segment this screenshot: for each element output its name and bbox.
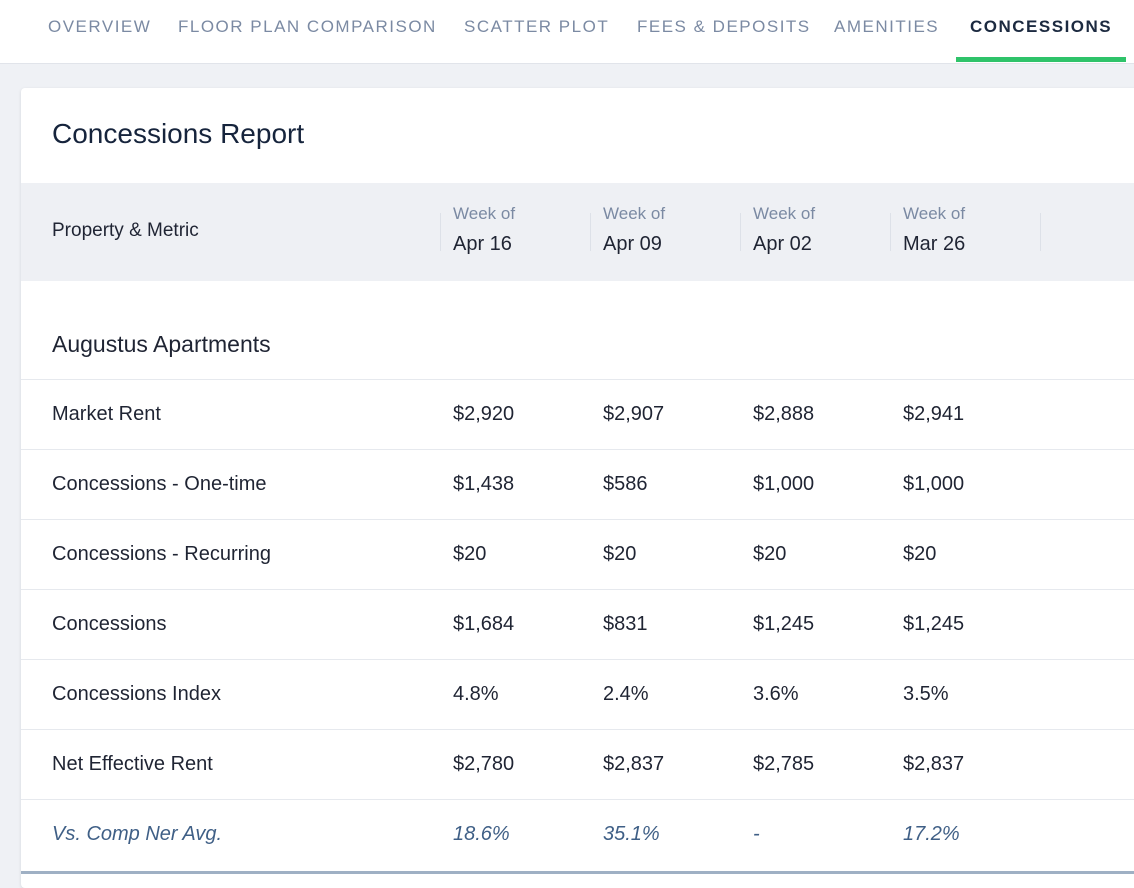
value-cell: $2,837 (603, 753, 665, 775)
tab-bar: OVERVIEW FLOOR PLAN COMPARISON SCATTER P… (0, 0, 1134, 64)
tab-concessions[interactable]: CONCESSIONS (970, 0, 1112, 63)
week-label: Week of (903, 204, 966, 223)
table-row-concessions-recurring: Concessions - Recurring $20 $20 $20 $20 (21, 519, 1134, 590)
week-label: Week of (753, 204, 816, 223)
week-label: Week of (603, 204, 666, 223)
table-row-vs-comp-ner-avg: Vs. Comp Ner Avg. 18.6% 35.1% - 17.2% (21, 799, 1134, 870)
table-header: Property & Metric Week of Apr 16 Week of… (21, 183, 1134, 281)
property-name: Augustus Apartments (52, 331, 271, 357)
value-cell: $2,941 (903, 403, 965, 425)
value-cell: $1,438 (453, 473, 515, 495)
header-week-4[interactable]: Week of Mar 26 (890, 204, 1041, 255)
week-label: Week of (453, 204, 516, 223)
table-row-market-rent: Market Rent $2,920 $2,907 $2,888 $2,941 (21, 379, 1134, 450)
metric-label: Concessions (52, 613, 167, 635)
metric-label: Concessions - Recurring (52, 543, 271, 565)
value-cell: $20 (453, 543, 487, 565)
week-date: Apr 16 (453, 233, 512, 255)
metric-label: Concessions - One-time (52, 473, 267, 495)
value-cell: 4.8% (453, 683, 499, 705)
metric-label: Concessions Index (52, 683, 221, 705)
tab-fees-deposits[interactable]: FEES & DEPOSITS (637, 0, 811, 63)
value-cell: $20 (903, 543, 937, 565)
week-date: Mar 26 (903, 233, 966, 255)
tab-scatter-plot[interactable]: SCATTER PLOT (464, 0, 609, 63)
value-cell: $20 (603, 543, 637, 565)
value-cell: 3.5% (903, 683, 949, 705)
metric-label: Vs. Comp Ner Avg. (52, 823, 223, 845)
value-cell: $1,245 (903, 613, 965, 635)
value-cell: $2,780 (453, 753, 515, 775)
value-cell: $1,000 (753, 473, 815, 495)
report-title: Concessions Report (52, 118, 305, 149)
table-row-net-effective-rent: Net Effective Rent $2,780 $2,837 $2,785 … (21, 729, 1134, 800)
header-week-3[interactable]: Week of Apr 02 (740, 204, 891, 255)
table-row-concessions-index: Concessions Index 4.8% 2.4% 3.6% 3.5% (21, 659, 1134, 730)
value-cell: $2,920 (453, 403, 515, 425)
header-week-2[interactable]: Week of Apr 09 (590, 204, 741, 255)
value-cell: $1,684 (453, 613, 515, 635)
value-cell: 18.6% (453, 823, 510, 845)
tab-overview[interactable]: OVERVIEW (48, 0, 151, 63)
value-cell: 17.2% (903, 823, 960, 845)
value-cell: 35.1% (603, 823, 660, 845)
header-divider (1040, 213, 1041, 251)
value-cell: 3.6% (753, 683, 799, 705)
concessions-report-card: Concessions Report Property & Metric Wee… (21, 88, 1134, 888)
tab-floor-plan-comparison[interactable]: FLOOR PLAN COMPARISON (178, 0, 437, 63)
metric-label: Market Rent (52, 403, 161, 425)
value-cell: $2,907 (603, 403, 665, 425)
header-property-metric[interactable]: Property & Metric (52, 220, 199, 242)
week-date: Apr 09 (603, 233, 662, 255)
value-cell: $20 (753, 543, 787, 565)
value-cell: $2,837 (903, 753, 965, 775)
table-bottom-border (21, 871, 1134, 874)
metric-label: Net Effective Rent (52, 753, 213, 775)
value-cell: $586 (603, 473, 648, 495)
header-week-1[interactable]: Week of Apr 16 (440, 204, 591, 255)
value-cell: 2.4% (603, 683, 649, 705)
tab-amenities[interactable]: AMENITIES (834, 0, 939, 63)
value-cell: $2,888 (753, 403, 815, 425)
value-cell: $1,245 (753, 613, 815, 635)
table-row-concessions-one-time: Concessions - One-time $1,438 $586 $1,00… (21, 449, 1134, 520)
active-tab-indicator (956, 57, 1126, 62)
table-row-concessions: Concessions $1,684 $831 $1,245 $1,245 (21, 589, 1134, 660)
value-cell: $831 (603, 613, 648, 635)
week-date: Apr 02 (753, 233, 812, 255)
value-cell: $1,000 (903, 473, 965, 495)
value-cell: $2,785 (753, 753, 815, 775)
value-cell: - (753, 823, 760, 845)
